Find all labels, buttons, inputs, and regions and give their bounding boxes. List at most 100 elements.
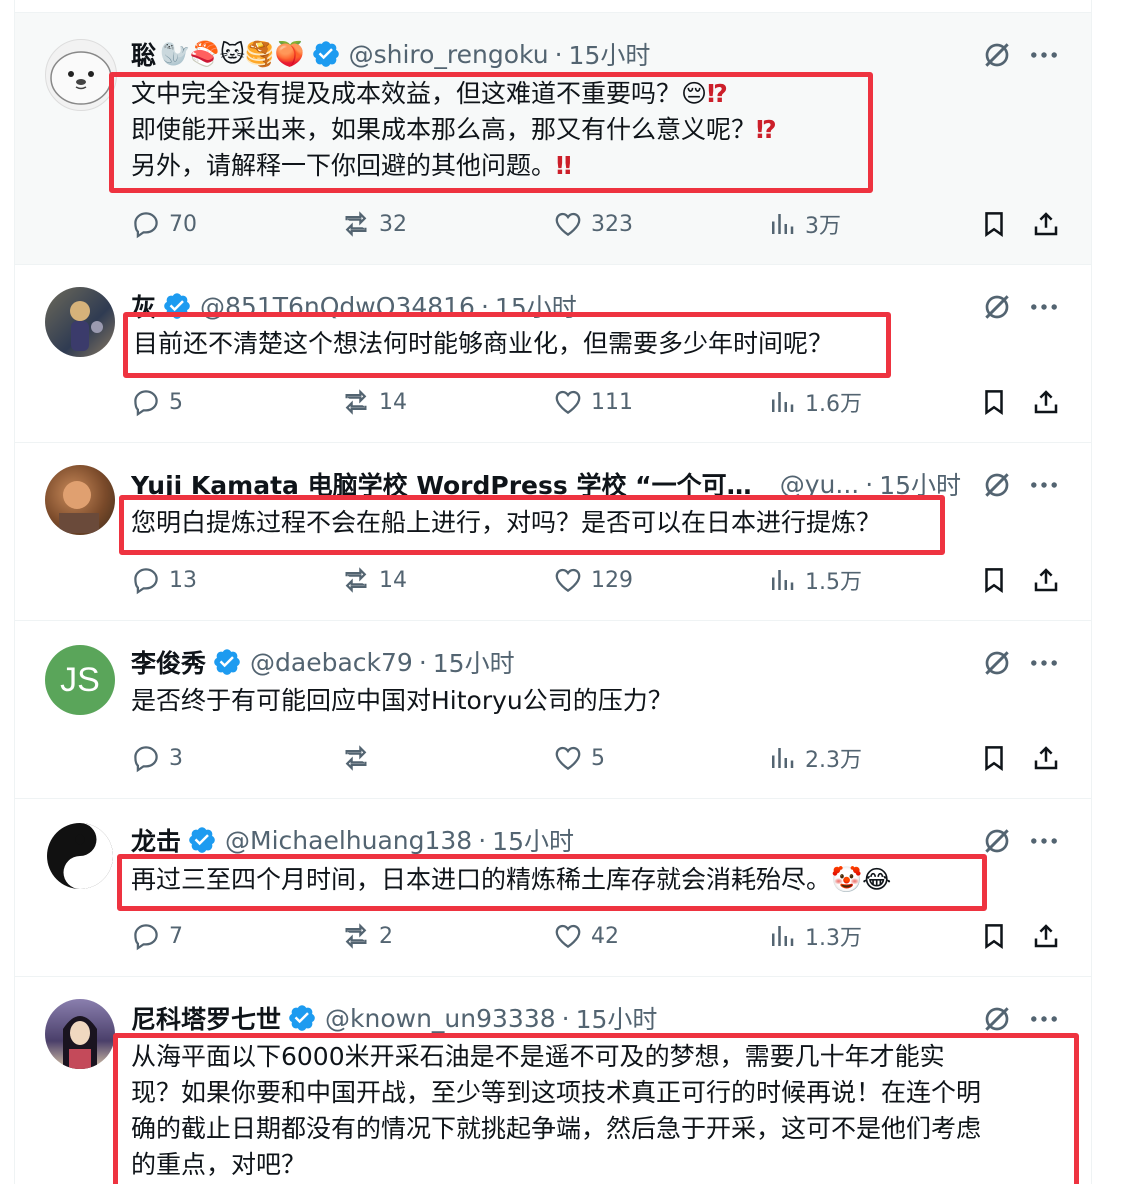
share-icon — [1031, 565, 1061, 595]
reply-count: 70 — [169, 211, 197, 237]
avatar[interactable] — [45, 465, 115, 535]
avatar[interactable] — [45, 39, 117, 111]
repost-icon — [341, 743, 371, 773]
timestamp[interactable]: 15小时 — [492, 822, 574, 858]
action-bar: 3 5 2.3万 — [131, 741, 1061, 775]
views-button[interactable]: 1.6万 — [767, 385, 862, 419]
verified-icon — [187, 825, 217, 855]
display-name[interactable]: 聡 — [131, 36, 156, 72]
display-name[interactable]: 尼科塔罗七世 — [131, 1000, 281, 1036]
more-icon[interactable] — [1027, 293, 1061, 321]
like-icon — [553, 921, 583, 951]
reply-tweet[interactable]: 聡 🦭🍣🐱🥞🍑 @shiro_rengoku · 15小时 文中完全没有提及成本… — [15, 13, 1091, 265]
reply-icon — [131, 387, 161, 417]
timestamp[interactable]: 15小时 — [433, 644, 515, 680]
reply-button[interactable]: 5 — [131, 385, 183, 419]
handle[interactable]: @Michaelhuang138 — [225, 826, 472, 855]
reply-icon — [131, 921, 161, 951]
bookmark-button[interactable] — [979, 385, 1009, 419]
more-icon[interactable] — [1027, 827, 1061, 855]
share-button[interactable] — [1031, 207, 1061, 241]
reply-count: 3 — [169, 745, 183, 771]
repost-count: 32 — [379, 211, 407, 237]
display-name[interactable]: 李俊秀 — [131, 644, 206, 680]
tweet-header: 龙击 @Michaelhuang138 · 15小时 — [131, 823, 951, 857]
handle[interactable]: @daeback79 — [250, 648, 413, 677]
views-icon — [767, 743, 797, 773]
separator-dot: · — [478, 825, 487, 855]
views-button[interactable]: 1.3万 — [767, 919, 862, 953]
repost-count: 2 — [379, 923, 393, 949]
like-button[interactable]: 5 — [553, 741, 605, 775]
share-button[interactable] — [1031, 741, 1061, 775]
share-button[interactable] — [1031, 385, 1061, 419]
reply-icon — [131, 743, 161, 773]
more-icon[interactable] — [1027, 471, 1061, 499]
view-count: 3万 — [805, 214, 841, 239]
like-button[interactable]: 323 — [553, 207, 633, 241]
action-bar: 7 2 42 1.3万 — [131, 919, 1061, 953]
tweet-header: 聡 🦭🍣🐱🥞🍑 @shiro_rengoku · 15小时 — [131, 37, 951, 71]
bookmark-icon — [979, 743, 1009, 773]
view-count: 1.3万 — [805, 926, 862, 951]
reply-tweet[interactable]: 尼科塔罗七世 @known_un93338 · 15小时 从海平面以下6000米… — [15, 977, 1091, 1184]
repost-icon — [341, 387, 371, 417]
views-button[interactable]: 2.3万 — [767, 741, 862, 775]
action-bar: 70 32 323 3万 — [131, 207, 1061, 241]
reply-icon — [131, 209, 161, 239]
reply-button[interactable]: 13 — [131, 563, 197, 597]
like-icon — [553, 743, 583, 773]
handle[interactable]: @shiro_rengoku — [349, 40, 549, 69]
share-button[interactable] — [1031, 563, 1061, 597]
display-name[interactable]: 龙击 — [131, 822, 181, 858]
like-button[interactable]: 42 — [553, 919, 619, 953]
grok-icon[interactable] — [981, 825, 1013, 857]
repost-icon — [341, 565, 371, 595]
views-icon — [767, 921, 797, 951]
reply-button[interactable]: 70 — [131, 207, 197, 241]
avatar[interactable] — [45, 821, 115, 891]
grok-icon[interactable] — [981, 1003, 1013, 1035]
views-button[interactable]: 1.5万 — [767, 563, 862, 597]
bookmark-button[interactable] — [979, 563, 1009, 597]
more-icon[interactable] — [1027, 41, 1061, 69]
grok-icon[interactable] — [981, 469, 1013, 501]
avatar[interactable]: JS — [45, 645, 115, 715]
reply-button[interactable]: 3 — [131, 741, 183, 775]
more-icon[interactable] — [1027, 649, 1061, 677]
bookmark-button[interactable] — [979, 919, 1009, 953]
reply-count: 5 — [169, 389, 183, 415]
reply-icon — [131, 565, 161, 595]
reply-tweet[interactable]: 灰 @851T6nQdwO34816 · 15小时 目前还不清楚这个想法何时能够… — [15, 265, 1091, 443]
repost-button[interactable]: 2 — [341, 919, 393, 953]
repost-icon — [341, 921, 371, 951]
avatar[interactable] — [45, 287, 115, 357]
handle[interactable]: @known_un93338 — [325, 1004, 556, 1033]
reply-tweet[interactable]: 龙击 @Michaelhuang138 · 15小时 再过三至四个月时间，日本进… — [15, 799, 1091, 977]
repost-button[interactable]: 14 — [341, 563, 407, 597]
bookmark-button[interactable] — [979, 207, 1009, 241]
timestamp[interactable]: 15小时 — [569, 36, 651, 72]
repost-button[interactable] — [341, 741, 379, 775]
grok-icon[interactable] — [981, 39, 1013, 71]
more-icon[interactable] — [1027, 1005, 1061, 1033]
highlight-box — [113, 1033, 1079, 1184]
repost-button[interactable]: 32 — [341, 207, 407, 241]
avatar[interactable] — [45, 999, 115, 1069]
repost-button[interactable]: 14 — [341, 385, 407, 419]
like-button[interactable]: 129 — [553, 563, 633, 597]
grok-icon[interactable] — [981, 291, 1013, 323]
reply-tweet[interactable]: JS 李俊秀 @daeback79 · 15小时 是否终于有可能回应中国对Hit… — [15, 621, 1091, 799]
views-button[interactable]: 3万 — [767, 207, 841, 241]
share-icon — [1031, 387, 1061, 417]
like-button[interactable]: 111 — [553, 385, 633, 419]
bookmark-button[interactable] — [979, 741, 1009, 775]
share-button[interactable] — [1031, 919, 1061, 953]
reply-tweet[interactable]: Yuji Kamata 电脑学校 WordPress 学校 “一个可以... @… — [15, 443, 1091, 621]
timestamp[interactable]: 15小时 — [576, 1000, 658, 1036]
separator-dot: · — [418, 647, 427, 677]
repost-count: 14 — [379, 389, 407, 415]
name-emojis: 🦭🍣🐱🥞🍑 — [160, 40, 305, 68]
reply-button[interactable]: 7 — [131, 919, 183, 953]
grok-icon[interactable] — [981, 647, 1013, 679]
